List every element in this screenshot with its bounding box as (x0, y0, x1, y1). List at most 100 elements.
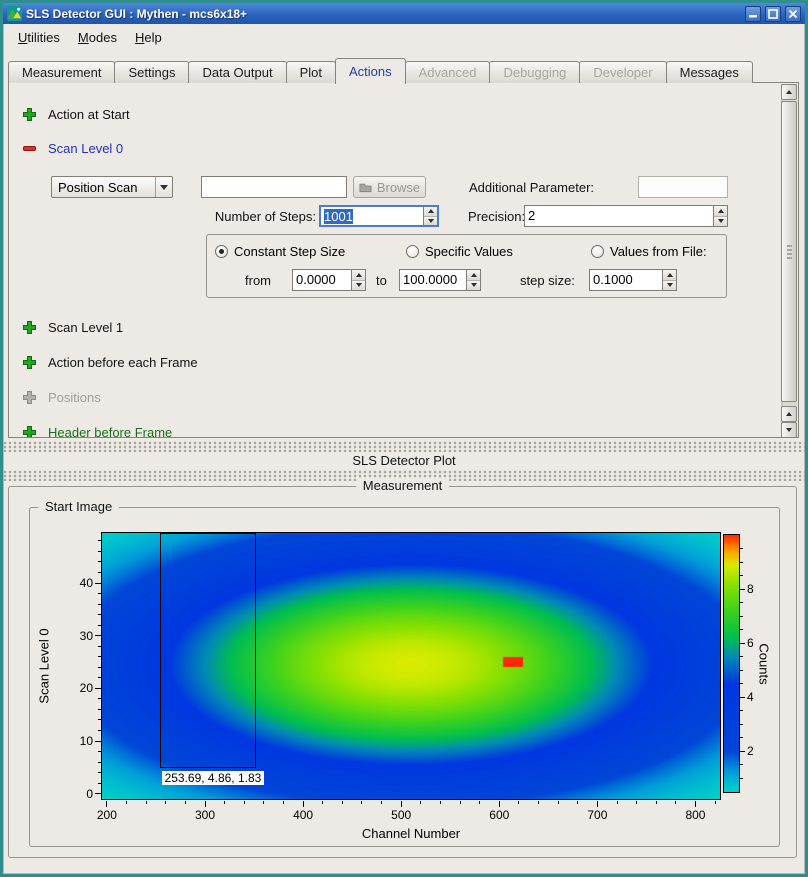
colorbar-minor-tick (740, 575, 743, 576)
step-size-spinbox[interactable]: 0.1000 (589, 269, 677, 291)
x-tick-label: 600 (485, 808, 513, 822)
y-minor-tick (98, 572, 101, 573)
y-minor-tick (98, 540, 101, 541)
to-spinbox[interactable]: 100.0000 (399, 269, 481, 291)
x-minor-tick (675, 801, 676, 804)
spin-down-button[interactable] (714, 216, 727, 227)
collapse-minus-icon[interactable] (23, 142, 36, 155)
constant-step-radio[interactable]: Constant Step Size (215, 243, 345, 259)
tab-actions[interactable]: Actions (335, 58, 406, 84)
x-tick-label: 500 (387, 808, 415, 822)
from-spinbox[interactable]: 0.0000 (292, 269, 366, 291)
expand-plus-icon[interactable] (23, 108, 36, 121)
maximize-button[interactable] (765, 6, 781, 22)
spin-down-icon (471, 283, 477, 287)
scan-type-value: Position Scan (52, 180, 155, 195)
x-tick (695, 801, 696, 807)
colorbar-tick-label: 6 (747, 636, 754, 650)
y-minor-tick (98, 593, 101, 594)
spin-down-button[interactable] (352, 280, 365, 291)
actions-panel: Action at Start Scan Level 0 Position Sc… (8, 82, 799, 438)
spin-up-button[interactable] (714, 206, 727, 216)
expand-plus-icon[interactable] (23, 356, 36, 369)
y-minor-tick (98, 719, 101, 720)
tab-advanced: Advanced (405, 61, 491, 83)
x-minor-tick (577, 801, 578, 804)
menu-modes[interactable]: Modes (69, 26, 126, 49)
specific-values-radio[interactable]: Specific Values (406, 243, 513, 259)
close-icon (788, 9, 798, 19)
splitter-handle[interactable] (3, 441, 805, 452)
x-tick-label: 400 (289, 808, 317, 822)
colorbar-label: Counts (757, 643, 772, 684)
spin-down-button[interactable] (424, 216, 437, 226)
scroll-up-button-bottom[interactable] (781, 406, 797, 422)
y-minor-tick (98, 783, 101, 784)
x-minor-tick (263, 801, 264, 804)
y-tick-label: 10 (63, 734, 93, 748)
number-of-steps-spinbox[interactable]: 1001 (319, 205, 439, 227)
step-size-label: step size: (520, 273, 575, 288)
x-tick-label: 300 (191, 808, 219, 822)
tab-measurement[interactable]: Measurement (8, 61, 115, 83)
minimize-icon (748, 9, 758, 19)
tab-plot[interactable]: Plot (286, 61, 336, 83)
scroll-down-button[interactable] (781, 422, 797, 438)
scroll-up-icon (786, 90, 792, 94)
tab-messages[interactable]: Messages (666, 61, 753, 83)
x-minor-tick (381, 801, 382, 804)
spin-up-button[interactable] (424, 207, 437, 216)
scan-script-input[interactable] (201, 176, 347, 198)
titlebar[interactable]: SLS Detector GUI : Mythen - mcs6x18+ (3, 3, 805, 24)
y-tick (95, 635, 101, 636)
expand-plus-icon[interactable] (23, 321, 36, 334)
scan-level-0-label: Scan Level 0 (48, 141, 123, 156)
values-from-file-radio[interactable]: Values from File: (591, 243, 707, 259)
action-at-start-label: Action at Start (48, 107, 130, 122)
x-minor-tick (146, 801, 147, 804)
y-minor-tick (98, 604, 101, 605)
scroll-up-icon (786, 412, 792, 416)
tab-debugging: Debugging (489, 61, 580, 83)
scan-level-0-row: Scan Level 0 (23, 139, 123, 157)
menu-help[interactable]: Help (126, 26, 171, 49)
step-size-value: 0.1000 (590, 270, 662, 290)
radio-icon (215, 245, 228, 258)
combo-dropdown-button[interactable] (155, 177, 172, 197)
scan-level-1-label: Scan Level 1 (48, 320, 123, 335)
expand-plus-icon-disabled (23, 391, 36, 404)
close-button[interactable] (785, 6, 801, 22)
colorbar-minor-tick (740, 629, 743, 630)
y-minor-tick (98, 677, 101, 678)
scan-type-combobox[interactable]: Position Scan (51, 176, 173, 198)
spin-up-button[interactable] (663, 270, 676, 280)
x-minor-tick (636, 801, 637, 804)
menu-utilities[interactable]: Utilities (9, 26, 69, 49)
x-minor-tick (538, 801, 539, 804)
action-before-frame-label: Action before each Frame (48, 355, 198, 370)
tab-settings[interactable]: Settings (114, 61, 189, 83)
action-at-start-row: Action at Start (23, 105, 130, 123)
app-window: SLS Detector GUI : Mythen - mcs6x18+ Uti… (0, 0, 808, 877)
vertical-scrollbar[interactable] (781, 84, 797, 438)
colorbar-minor-tick (740, 737, 743, 738)
expand-plus-icon[interactable] (23, 426, 36, 439)
spin-up-button[interactable] (467, 270, 480, 280)
scroll-up-button[interactable] (781, 84, 797, 100)
tab-data-output[interactable]: Data Output (188, 61, 286, 83)
x-minor-tick (656, 801, 657, 804)
spin-down-icon (356, 283, 362, 287)
spin-up-button[interactable] (352, 270, 365, 280)
positions-label: Positions (48, 390, 101, 405)
spin-down-button[interactable] (663, 280, 676, 291)
minimize-button[interactable] (745, 6, 761, 22)
x-tick (303, 801, 304, 807)
spin-down-button[interactable] (467, 280, 480, 291)
precision-spinbox[interactable]: 2 (524, 205, 728, 227)
colorbar-minor-tick (740, 710, 743, 711)
x-tick (499, 801, 500, 807)
scrollbar-thumb[interactable] (781, 101, 797, 402)
spin-up-icon (471, 273, 477, 277)
colorbar-canvas (724, 535, 739, 792)
x-minor-tick (479, 801, 480, 804)
